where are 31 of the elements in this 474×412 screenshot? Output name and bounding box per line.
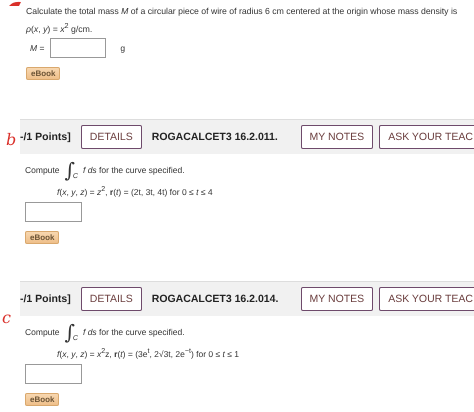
problem-code: ROGACALCET3 16.2.011. <box>152 130 279 143</box>
prompt-text: f ds for the curve specified. <box>82 326 185 337</box>
notes-button[interactable]: MY NOTES <box>300 124 374 149</box>
pen-mark-icon <box>8 0 22 8</box>
answer-label: M = <box>29 42 44 54</box>
answer-field[interactable] <box>25 202 82 222</box>
answer-field[interactable] <box>50 38 106 58</box>
answer-field[interactable] <box>25 364 82 384</box>
prompt-text: f ds for the curve specified. <box>82 164 185 175</box>
handwritten-note: b <box>6 130 16 149</box>
prompt-text: Compute <box>25 164 60 175</box>
ebook-button[interactable]: eBook <box>26 66 60 80</box>
notes-button[interactable]: MY NOTES <box>300 286 374 311</box>
handwritten-note: c <box>2 308 11 327</box>
density-formula: ρ(x, y) = x$^{2}$ g/cm. <box>26 20 94 35</box>
curve-formula: f(x, y, z) = z$^{2}$, r(t) = (2t, 3t, 4t) for 0 ≤ t ≤ 4 <box>56 184 214 197</box>
question-text: Calculate the total mass M of a circular piece of wire of radius 6 cm centered at the origin whose mass density is <box>26 5 458 17</box>
points-label: -/1 Points] <box>20 292 71 305</box>
integral-sign: ∫ <box>64 160 75 180</box>
points-label: -/1 Points] <box>20 130 71 143</box>
details-button[interactable]: DETAILS <box>80 124 142 149</box>
integral-sign: ∫ <box>64 322 75 342</box>
curve-formula: f(x, y, z) = x$^{2}$z, r(t) = (3e$^{t}$, 2√3t, 2e$^{−t}$) for 0 ≤ t ≤ 1 <box>56 346 240 359</box>
details-button[interactable]: DETAILS <box>80 286 142 311</box>
prompt-text: Compute <box>25 326 60 337</box>
ebook-button[interactable]: eBook <box>25 230 59 244</box>
unit-label: g <box>120 42 126 54</box>
ask-teacher-button[interactable]: ASK YOUR TEAC <box>379 124 474 149</box>
ebook-button[interactable]: eBook <box>25 392 59 406</box>
ask-teacher-button[interactable]: ASK YOUR TEAC <box>379 286 474 311</box>
problem-code: ROGACALCET3 16.2.014. <box>152 292 280 305</box>
